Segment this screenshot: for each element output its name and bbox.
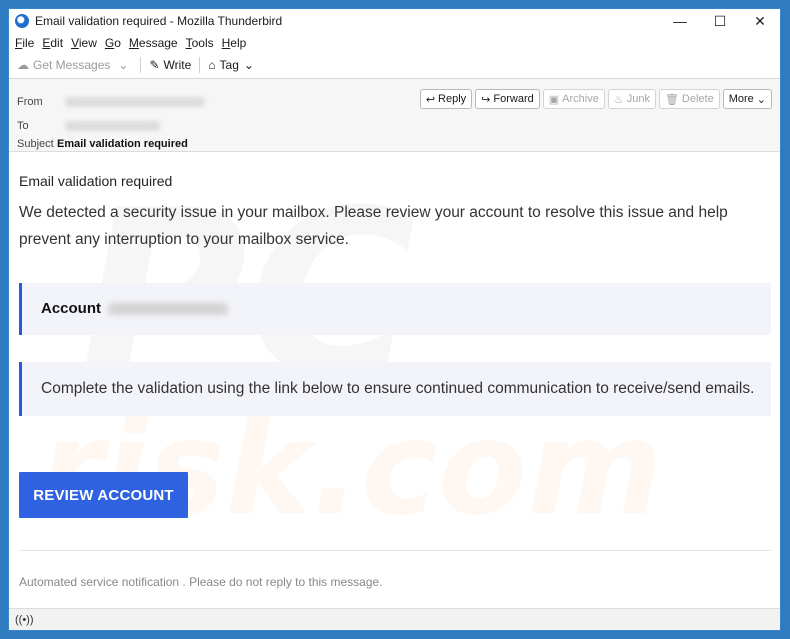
trash-icon: 🗑 <box>664 93 679 106</box>
online-status-icon[interactable]: ((•)) <box>15 614 34 626</box>
forward-icon: ↪ <box>481 93 491 106</box>
subject-value: Email validation required <box>57 138 188 150</box>
junk-button[interactable]: ♨ Junk <box>607 89 656 109</box>
to-address-redacted <box>65 121 160 131</box>
toolbar-separator <box>140 57 142 73</box>
thunderbird-window: Email validation required - Mozilla Thun… <box>8 8 781 631</box>
archive-icon: ▣ <box>548 93 560 106</box>
chevron-down-icon: ⌄ <box>756 93 766 106</box>
footer-divider <box>19 550 771 551</box>
status-bar: ((•)) <box>9 608 780 630</box>
chevron-down-icon: ⌄ <box>118 58 129 72</box>
menu-go[interactable]: Go <box>105 36 121 50</box>
to-row: To <box>17 120 160 132</box>
reply-icon: ↩ <box>425 93 436 106</box>
account-value-redacted <box>108 303 228 315</box>
cloud-download-icon: ☁ <box>17 58 29 72</box>
write-button[interactable]: ✎ Write <box>149 58 191 72</box>
thunderbird-logo-icon <box>15 14 29 28</box>
subject-label: Subject <box>17 138 54 150</box>
from-row: From <box>17 96 205 108</box>
from-label: From <box>17 96 43 108</box>
delete-button[interactable]: 🗑 Delete <box>658 89 720 109</box>
minimize-button[interactable]: — <box>660 9 700 33</box>
menu-view[interactable]: View <box>71 36 97 50</box>
tag-icon: ⌂ <box>208 58 216 72</box>
email-paragraph: We detected a security issue in your mai… <box>19 204 728 248</box>
get-messages-dropdown[interactable]: ⌄ <box>118 58 132 72</box>
menu-bar: File Edit View Go Message Tools Help <box>9 33 780 52</box>
menu-help[interactable]: Help <box>222 36 247 50</box>
flame-icon: ♨ <box>613 93 624 106</box>
footer-note: Automated service notification . Please … <box>19 575 383 589</box>
close-button[interactable]: ✕ <box>740 9 780 33</box>
message-header: From To Subject Email validation require… <box>9 79 780 152</box>
pencil-icon: ✎ <box>149 58 160 72</box>
notice-text: Complete the validation using the link b… <box>41 380 755 397</box>
email-heading: Email validation required <box>19 173 173 189</box>
to-label: To <box>17 120 29 132</box>
subject-row: Subject Email validation required <box>17 138 188 150</box>
get-messages-button[interactable]: ☁ Get Messages <box>17 58 110 72</box>
account-label: Account <box>41 300 101 317</box>
title-bar: Email validation required - Mozilla Thun… <box>9 9 780 33</box>
toolbar-separator <box>199 57 201 73</box>
notice-box: Complete the validation using the link b… <box>19 362 771 416</box>
from-address-redacted <box>65 97 205 107</box>
forward-button[interactable]: ↪ Forward <box>475 89 540 109</box>
menu-edit[interactable]: Edit <box>42 36 63 50</box>
menu-tools[interactable]: Tools <box>186 36 214 50</box>
window-title: Email validation required - Mozilla Thun… <box>35 14 283 28</box>
review-account-button[interactable]: REVIEW ACCOUNT <box>19 472 188 518</box>
archive-button[interactable]: ▣ Archive <box>542 89 605 109</box>
menu-message[interactable]: Message <box>129 36 178 50</box>
main-toolbar: ☁ Get Messages ⌄ ✎ Write ⌂ Tag ⌄ <box>9 52 780 79</box>
more-button[interactable]: More ⌄ <box>722 89 772 109</box>
window-controls: — ☐ ✕ <box>660 9 780 33</box>
tag-button[interactable]: ⌂ Tag ⌄ <box>208 58 258 72</box>
maximize-button[interactable]: ☐ <box>700 9 740 33</box>
reply-button[interactable]: ↩ Reply <box>419 89 473 109</box>
message-actions: ↩ Reply ↪ Forward ▣ Archive ♨ Junk 🗑 Del… <box>417 89 772 109</box>
menu-file[interactable]: File <box>15 36 34 50</box>
chevron-down-icon: ⌄ <box>243 58 254 72</box>
message-body: PC risk.com Email validation required We… <box>9 152 780 610</box>
account-box: Account <box>19 283 771 335</box>
